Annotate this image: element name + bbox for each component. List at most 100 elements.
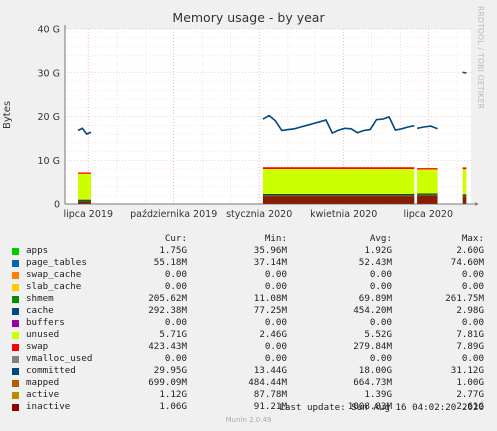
legend-series-name: swap_cache: [26, 269, 82, 280]
legend-max-value: 2.60G: [456, 245, 484, 256]
legend-min-value: 0.00: [264, 269, 287, 280]
legend-series-name: cache: [26, 305, 54, 316]
legend-series-name: apps: [26, 245, 49, 256]
legend-swatch: [12, 332, 19, 339]
area-cache: [417, 193, 438, 195]
area-apps: [262, 196, 415, 204]
legend-header-cur: Cur:: [164, 233, 187, 244]
legend-swatch: [12, 392, 19, 399]
legend-swatch: [12, 356, 19, 363]
area-cache: [262, 193, 415, 196]
area-apps: [417, 195, 438, 204]
legend-min-value: 11.08M: [253, 293, 287, 304]
chart-frame: Memory usage - by year RRDTOOL / TOBI OE…: [0, 0, 497, 431]
legend-avg-value: 454.20M: [353, 305, 392, 316]
legend-cur-value: 0.00: [164, 353, 187, 364]
legend-series-name: inactive: [26, 401, 71, 412]
legend-max-value: 74.60M: [450, 257, 484, 268]
legend-row: committed 29.95G 13.44G 18.00G 31.12G: [0, 365, 497, 377]
legend-cur-value: 1.12G: [159, 389, 187, 400]
legend-max-value: 261.75M: [445, 293, 484, 304]
legend-cur-value: 0.00: [164, 269, 187, 280]
legend-header-row: Cur: Min: Avg: Max:: [0, 233, 497, 245]
legend-row: mapped 699.09M 484.44M 664.73M 1.00G: [0, 377, 497, 389]
legend-max-value: 31.12G: [450, 365, 484, 376]
legend-avg-value: 279.84M: [353, 341, 392, 352]
legend-min-value: 484.44M: [248, 377, 287, 388]
line-committed: [462, 71, 467, 74]
area-swap: [462, 167, 467, 170]
legend-max-value: 0.00: [461, 269, 484, 280]
legend-series-name: committed: [26, 365, 76, 376]
legend-series-name: page_tables: [26, 257, 87, 268]
legend-cur-value: 423.43M: [148, 341, 187, 352]
y-tick-label: 20 G: [38, 112, 60, 123]
legend-min-value: 2.46G: [259, 329, 287, 340]
legend-avg-value: 18.00G: [358, 365, 392, 376]
legend-header-avg: Avg:: [369, 233, 392, 244]
legend-series-name: swap: [26, 341, 49, 352]
area-shmem: [78, 200, 92, 202]
legend-min-value: 13.44G: [253, 365, 287, 376]
legend-series-name: vmalloc_used: [26, 353, 93, 364]
legend-avg-value: 0.00: [369, 269, 392, 280]
legend-swatch: [12, 248, 19, 255]
legend-max-value: 2.77G: [456, 389, 484, 400]
legend-cur-value: 5.71G: [159, 329, 187, 340]
legend-min-value: 0.00: [264, 317, 287, 328]
legend-series-name: active: [26, 389, 60, 400]
area-unused: [417, 169, 438, 194]
legend-series-name: mapped: [26, 377, 60, 388]
legend-avg-value: 664.73M: [353, 377, 392, 388]
legend-swatch: [12, 272, 19, 279]
legend-avg-value: 5.52G: [364, 329, 392, 340]
legend-row: unused 5.71G 2.46G 5.52G 7.81G: [0, 329, 497, 341]
munin-version: Munin 2.0.49: [225, 416, 272, 424]
legend-row: apps 1.75G 35.96M 1.92G 2.60G: [0, 245, 497, 257]
area-unused: [462, 169, 467, 195]
legend-row: swap 423.43M 0.00 279.84M 7.89G: [0, 341, 497, 353]
area-apps: [462, 196, 467, 204]
legend-max-value: 2.98G: [456, 305, 484, 316]
legend-min-value: 87.78M: [253, 389, 287, 400]
legend-row: active 1.12G 87.78M 1.39G 2.77G: [0, 389, 497, 401]
legend-swatch: [12, 380, 19, 387]
legend-min-value: 0.00: [264, 281, 287, 292]
legend-swatch: [12, 344, 19, 351]
legend-cur-value: 1.75G: [159, 245, 187, 256]
y-tick-label: 0: [54, 200, 60, 211]
legend-swatch: [12, 404, 19, 411]
legend-row: swap_cache 0.00 0.00 0.00 0.00: [0, 269, 497, 281]
legend-avg-value: 1.92G: [364, 245, 392, 256]
area-cache: [462, 194, 467, 196]
legend-series-name: buffers: [26, 317, 65, 328]
legend-row: shmem 205.62M 11.08M 69.89M 261.75M: [0, 293, 497, 305]
legend-cur-value: 29.95G: [153, 365, 187, 376]
legend-row: page_tables 55.18M 37.14M 52.43M 74.60M: [0, 257, 497, 269]
area-shmem: [462, 195, 467, 197]
legend-series-name: shmem: [26, 293, 54, 304]
legend-series-name: slab_cache: [26, 281, 82, 292]
area-unused: [78, 173, 92, 200]
legend-max-value: 0.00: [461, 317, 484, 328]
legend-row: buffers 0.00 0.00 0.00 0.00: [0, 317, 497, 329]
legend-avg-value: 52.43M: [358, 257, 392, 268]
legend-cur-value: 55.18M: [153, 257, 187, 268]
y-tick-label: 40 G: [38, 25, 60, 36]
area-unused: [262, 169, 415, 194]
legend-max-value: 0.00: [461, 353, 484, 364]
legend-min-value: 0.00: [264, 341, 287, 352]
legend-swatch: [12, 308, 19, 315]
legend-swatch: [12, 296, 19, 303]
legend-max-value: 0.00: [461, 281, 484, 292]
plot-area: 0 10 G 20 G 30 G 40 G lipca 2019 października …: [38, 25, 479, 220]
x-tick-label: lipca 2019: [63, 209, 113, 220]
x-tick-label: kwietnia 2020: [310, 209, 377, 220]
x-axis-arrow: [475, 202, 479, 206]
legend-row: slab_cache 0.00 0.00 0.00 0.00: [0, 281, 497, 293]
area-swap: [262, 167, 415, 169]
legend-header-min: Min:: [264, 233, 287, 244]
legend-cur-value: 0.00: [164, 281, 187, 292]
y-tick-label: 10 G: [38, 156, 60, 167]
legend-avg-value: 1.39G: [364, 389, 392, 400]
